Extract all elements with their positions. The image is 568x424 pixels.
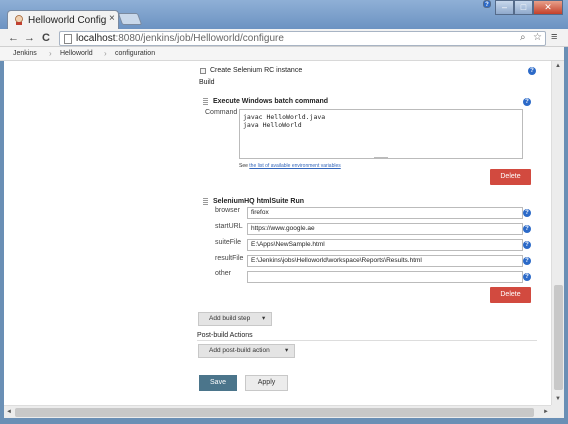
config-form: Create Selenium RC instance ? Build Exec… — [4, 61, 551, 405]
command-textarea[interactable]: javac HelloWorld.java java HelloWorld — [239, 109, 523, 159]
command-line: java HelloWorld — [243, 121, 302, 129]
add-build-step-label: Add build step — [209, 315, 251, 322]
window-frame-right — [564, 47, 568, 424]
post-build-heading: Post-build Actions — [197, 332, 253, 339]
selenium-rc-checkbox[interactable] — [200, 68, 206, 74]
result-file-input[interactable]: E:\Jenkins\jobs\Helloworld\workspace\Rep… — [247, 255, 523, 267]
delete-selenium-step-button[interactable]: Delete — [490, 287, 531, 303]
browser-menu-icon[interactable]: ≡ — [551, 31, 557, 43]
scroll-down-icon[interactable]: ▼ — [555, 396, 561, 402]
help-icon[interactable]: ? — [523, 209, 531, 217]
breadcrumb-separator: › — [49, 49, 52, 58]
dropdown-arrow-icon: ▾ — [285, 347, 289, 354]
url-text: localhost:8080/jenkins/job/Helloworld/co… — [76, 33, 284, 44]
other-input[interactable] — [247, 271, 523, 283]
scrollbar-corner — [551, 405, 564, 418]
jenkins-favicon-icon — [15, 15, 23, 25]
dropdown-arrow-icon: ▾ — [262, 315, 266, 322]
delete-batch-step-button[interactable]: Delete — [490, 169, 531, 185]
title-bar: Helloworld Config [Je × ? – □ ✕ — [0, 0, 568, 29]
divider — [197, 340, 537, 341]
batch-command-title: Execute Windows batch command — [213, 98, 329, 105]
build-heading: Build — [199, 79, 215, 86]
help-icon[interactable]: ? — [523, 225, 531, 233]
env-vars-link[interactable]: the list of available environment variab… — [249, 163, 340, 169]
save-button[interactable]: Save — [199, 375, 237, 391]
browser-input[interactable]: firefox — [247, 207, 523, 219]
horizontal-scrollbar[interactable]: ◄ ► — [4, 405, 551, 418]
command-line: javac HelloWorld.java — [243, 113, 326, 121]
start-url-label: startURL — [215, 223, 243, 230]
breadcrumb-helloworld[interactable]: Helloworld — [60, 50, 93, 57]
help-icon[interactable]: ? — [528, 67, 536, 75]
tab-title: Helloworld Config [Je — [28, 15, 108, 26]
page-icon — [64, 34, 72, 44]
selenium-rc-label: Create Selenium RC instance — [210, 67, 303, 74]
forward-icon[interactable]: → — [24, 32, 35, 44]
help-icon[interactable]: ? — [523, 257, 531, 265]
horizontal-scroll-thumb[interactable] — [15, 408, 534, 417]
help-icon[interactable]: ? — [523, 273, 531, 281]
search-icon[interactable]: ⌕ — [520, 32, 526, 43]
selenium-suite-title: SeleniumHQ htmlSuite Run — [213, 198, 305, 205]
other-label: other — [215, 270, 231, 277]
breadcrumb-configuration[interactable]: configuration — [115, 50, 155, 57]
new-tab-button[interactable] — [117, 13, 143, 25]
window-frame-left — [0, 61, 4, 424]
drag-handle-icon[interactable] — [203, 198, 208, 205]
close-window-button[interactable]: ✕ — [533, 0, 563, 15]
start-url-input[interactable]: https://www.google.ae — [247, 223, 523, 235]
window-frame-bottom — [0, 418, 568, 424]
apply-button[interactable]: Apply — [245, 375, 288, 391]
drag-handle-icon[interactable] — [203, 98, 208, 105]
add-post-build-label: Add post-build action — [209, 347, 270, 354]
scroll-left-icon[interactable]: ◄ — [6, 409, 12, 415]
scroll-up-icon[interactable]: ▲ — [555, 63, 561, 69]
address-bar[interactable]: localhost:8080/jenkins/job/Helloworld/co… — [59, 31, 546, 46]
command-label: Command — [205, 109, 238, 116]
suite-file-label: suiteFile — [215, 239, 242, 246]
textarea-resize-grip[interactable] — [374, 157, 388, 159]
help-icon[interactable]: ? — [523, 98, 531, 106]
suite-file-input[interactable]: E:\Apps\NewSample.html — [247, 239, 523, 251]
bookmark-star-icon[interactable]: ☆ — [533, 32, 542, 43]
browser-label: browser — [215, 207, 240, 214]
breadcrumb: Jenkins › Helloworld › configuration — [0, 47, 568, 61]
browser-tab[interactable]: Helloworld Config [Je × — [7, 10, 119, 29]
env-vars-note: See the list of available environment va… — [239, 163, 341, 169]
add-post-build-action-button[interactable]: Add post-build action ▾ — [198, 344, 295, 358]
maximize-button[interactable]: □ — [514, 0, 533, 15]
breadcrumb-jenkins[interactable]: Jenkins — [13, 50, 37, 57]
back-icon[interactable]: ← — [8, 32, 19, 44]
window-controls: ? – □ ✕ — [483, 0, 563, 15]
window-help-button[interactable]: ? — [483, 0, 491, 8]
result-file-label: resultFile — [215, 255, 244, 262]
help-icon[interactable]: ? — [523, 241, 531, 249]
vertical-scroll-thumb[interactable] — [554, 285, 563, 390]
browser-toolbar: ← → C localhost:8080/jenkins/job/Hellowo… — [0, 29, 568, 47]
scroll-right-icon[interactable]: ► — [543, 409, 549, 415]
vertical-scrollbar[interactable]: ▲ ▼ — [551, 61, 564, 405]
tab-close-icon[interactable]: × — [109, 13, 115, 24]
minimize-button[interactable]: – — [495, 0, 514, 15]
reload-icon[interactable]: C — [42, 32, 50, 44]
add-build-step-button[interactable]: Add build step ▾ — [198, 312, 272, 326]
breadcrumb-separator: › — [104, 49, 107, 58]
